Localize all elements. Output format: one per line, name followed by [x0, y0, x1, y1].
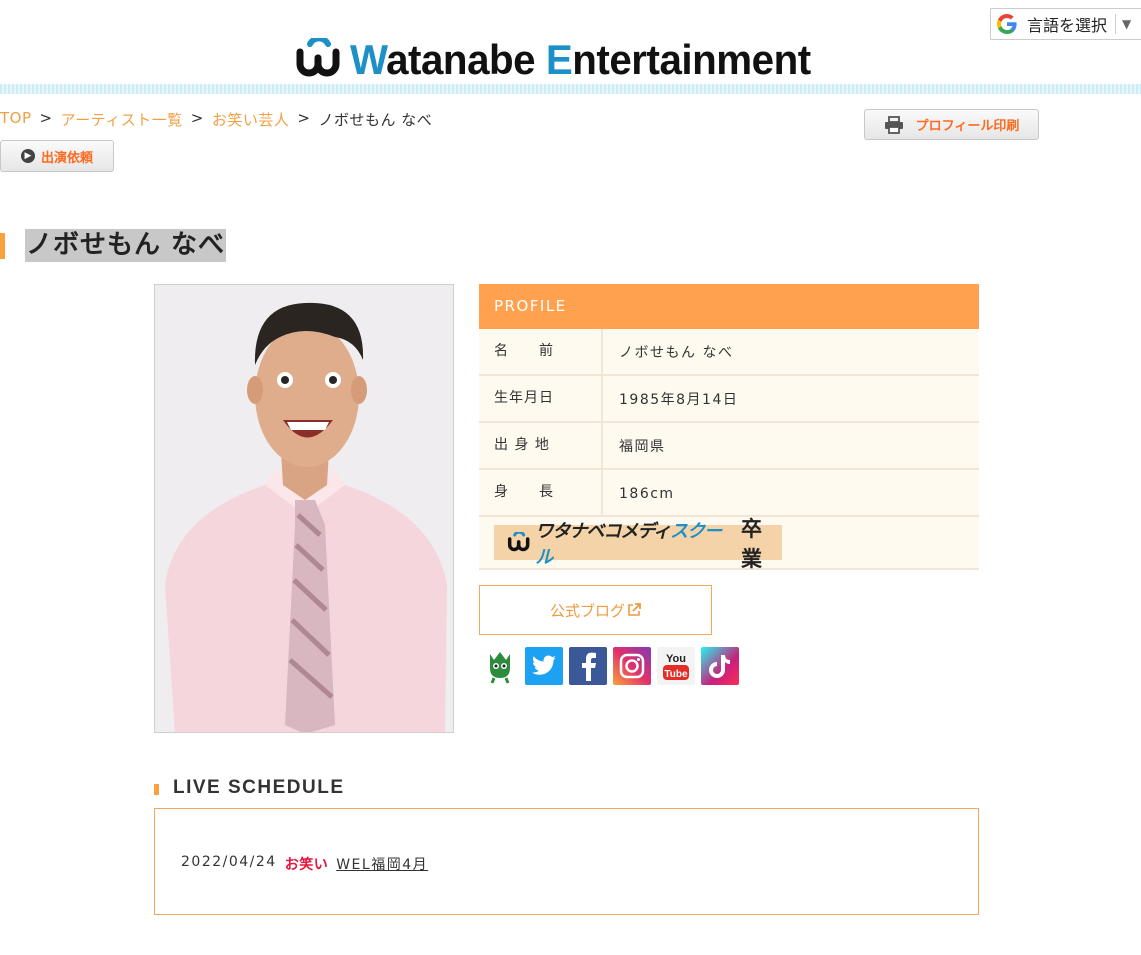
live-schedule-box: 2022/04/24 お笑い WEL福岡4月	[154, 808, 979, 915]
profile-key: 身 長	[479, 470, 603, 515]
profile-row: 身 長 186cm	[479, 470, 979, 517]
arrow-right-circle-icon: ▶	[20, 149, 35, 163]
profile-value: 186cm	[619, 486, 675, 502]
breadcrumb-separator: >	[190, 109, 204, 127]
event-date: 2022/04/24	[181, 854, 277, 870]
list-item: 2022/04/24 お笑い WEL福岡4月	[181, 854, 428, 874]
profile-value: 1985年8月14日	[619, 392, 739, 408]
breadcrumb-top[interactable]: TOP	[0, 109, 32, 130]
event-category-tag: お笑い	[284, 857, 329, 873]
event-link[interactable]: WEL福岡4月	[336, 854, 428, 874]
profile-heading: PROFILE	[479, 284, 979, 329]
printer-icon	[884, 115, 903, 134]
official-blog-label: 公式ブログ	[549, 601, 625, 620]
breadcrumb-separator: >	[297, 109, 311, 127]
youtube-icon[interactable]: You Tube	[657, 647, 695, 685]
profile-value: ノボせもん なべ	[619, 345, 734, 361]
tiktok-icon[interactable]	[701, 647, 739, 685]
breadcrumb: TOP > アーティスト一覧 > お笑い芸人 > ノボせもん なべ	[0, 109, 432, 130]
profile-value: 福岡県	[619, 439, 666, 455]
svg-text:You: You	[666, 653, 686, 665]
appearance-request-label: 出演依頼	[40, 150, 93, 166]
profile-row: 名 前 ノボせもん なべ	[479, 329, 979, 376]
header-stripe	[0, 84, 1141, 94]
graduate-label: 卒業	[741, 516, 763, 571]
ameba-icon[interactable]	[481, 647, 519, 685]
facebook-icon[interactable]	[569, 647, 607, 685]
watanabe-logo-mark-icon	[507, 531, 530, 551]
google-g-icon	[997, 14, 1017, 34]
divider	[1115, 14, 1117, 34]
appearance-request-button[interactable]: ▶ 出演依頼	[0, 140, 114, 172]
chevron-down-icon: ▼	[1122, 17, 1132, 31]
site-logo[interactable]: Watanabe Entertainment	[296, 36, 830, 84]
logo-wordmark: Watanabe Entertainment	[350, 36, 811, 83]
breadcrumb-comedians[interactable]: お笑い芸人	[212, 109, 290, 130]
artist-portrait-image	[155, 285, 453, 732]
language-selector[interactable]: 言語を選択 ▼	[990, 8, 1141, 40]
profile-key: 出 身 地	[479, 423, 603, 468]
language-selector-label: 言語を選択	[1027, 16, 1108, 35]
external-link-icon	[628, 603, 641, 616]
comedy-school-row: ワタナベコメディスクール 卒業	[479, 517, 979, 571]
official-blog-button[interactable]: 公式ブログ	[479, 585, 712, 635]
breadcrumb-current: ノボせもん なべ	[318, 111, 433, 129]
live-schedule-title: LIVE SCHEDULE	[173, 777, 345, 798]
title-accent-bar	[0, 233, 5, 259]
breadcrumb-artist-list[interactable]: アーティスト一覧	[61, 109, 183, 130]
profile-table: PROFILE 名 前 ノボせもん なべ 生年月日 1985年8月14日 出 身…	[479, 284, 979, 571]
instagram-icon[interactable]	[613, 647, 651, 685]
profile-row: 出 身 地 福岡県	[479, 423, 979, 470]
svg-text:Tube: Tube	[664, 669, 688, 680]
page-title: ノボせもん なべ	[25, 229, 227, 262]
profile-key: 生年月日	[479, 376, 603, 421]
live-schedule-accent-bar	[154, 784, 159, 795]
breadcrumb-separator: >	[39, 109, 53, 127]
twitter-icon[interactable]	[525, 647, 563, 685]
watanabe-logo-mark-icon	[296, 38, 340, 77]
print-profile-button[interactable]: プロフィール印刷	[864, 109, 1039, 140]
social-links: You Tube	[481, 647, 739, 685]
artist-photo	[154, 284, 454, 733]
profile-row: 生年月日 1985年8月14日	[479, 376, 979, 423]
comedy-school-graduate-badge: ワタナベコメディスクール 卒業	[494, 517, 782, 571]
profile-key: 名 前	[479, 329, 603, 374]
print-profile-label: プロフィール印刷	[915, 119, 1020, 134]
school-name: ワタナベコメディスクール	[535, 520, 722, 568]
